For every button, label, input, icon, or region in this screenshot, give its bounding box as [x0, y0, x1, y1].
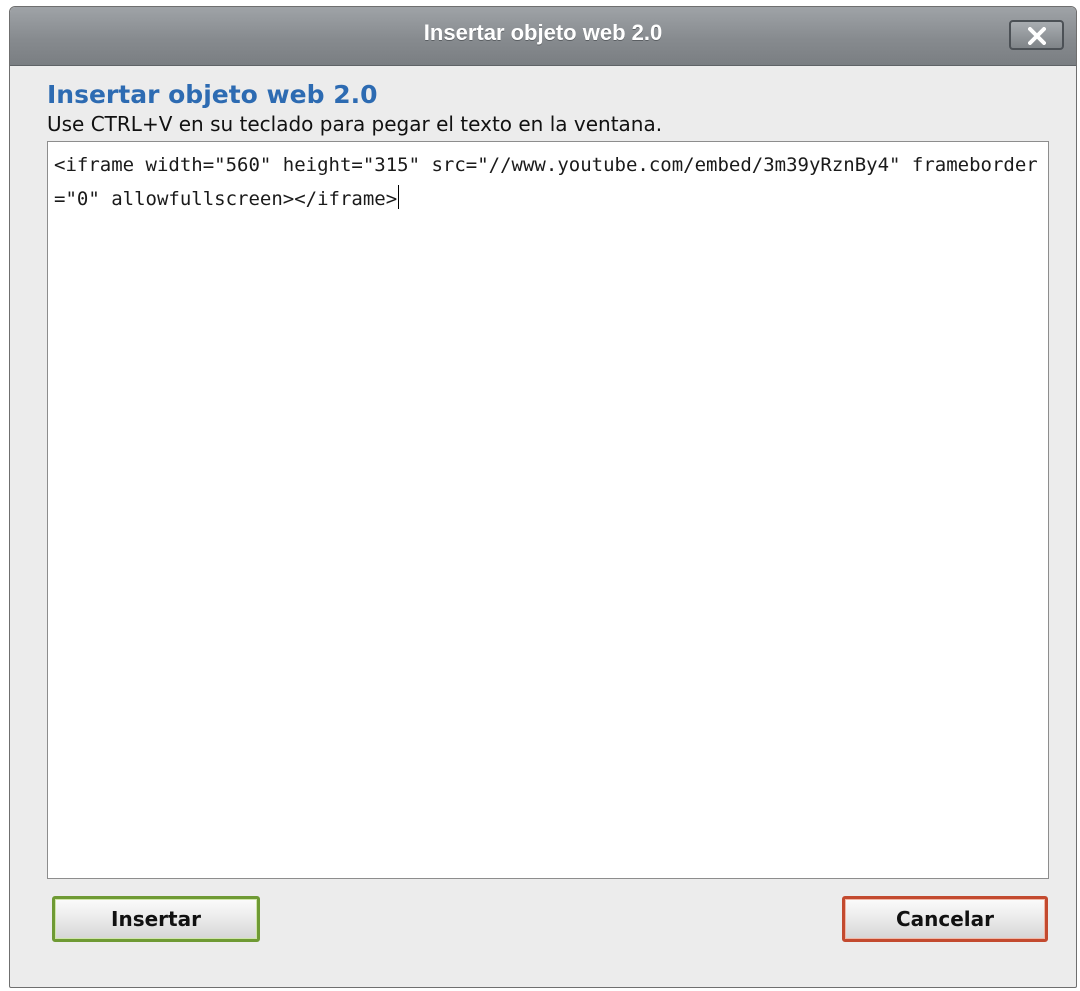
close-button[interactable] — [1009, 20, 1064, 50]
text-caret — [398, 185, 400, 209]
cancel-button[interactable]: Cancelar — [842, 896, 1048, 942]
close-icon — [1028, 27, 1046, 45]
dialog-title: Insertar objeto web 2.0 — [423, 20, 663, 45]
paste-instructions: Use CTRL+V en su teclado para pegar el t… — [47, 112, 663, 136]
embed-code-text[interactable]: <iframe width="560" height="315" src="//… — [54, 148, 1040, 216]
embed-code-textarea[interactable]: <iframe width="560" height="315" src="//… — [47, 141, 1049, 879]
embed-code-value: <iframe width="560" height="315" src="//… — [54, 154, 1038, 210]
dialog-heading: Insertar objeto web 2.0 — [47, 80, 378, 109]
insert-web-object-dialog: Insertar objeto web 2.0 Insertar objeto … — [9, 6, 1077, 988]
dialog-titlebar[interactable]: Insertar objeto web 2.0 — [10, 7, 1076, 66]
insert-button[interactable]: Insertar — [52, 896, 260, 942]
